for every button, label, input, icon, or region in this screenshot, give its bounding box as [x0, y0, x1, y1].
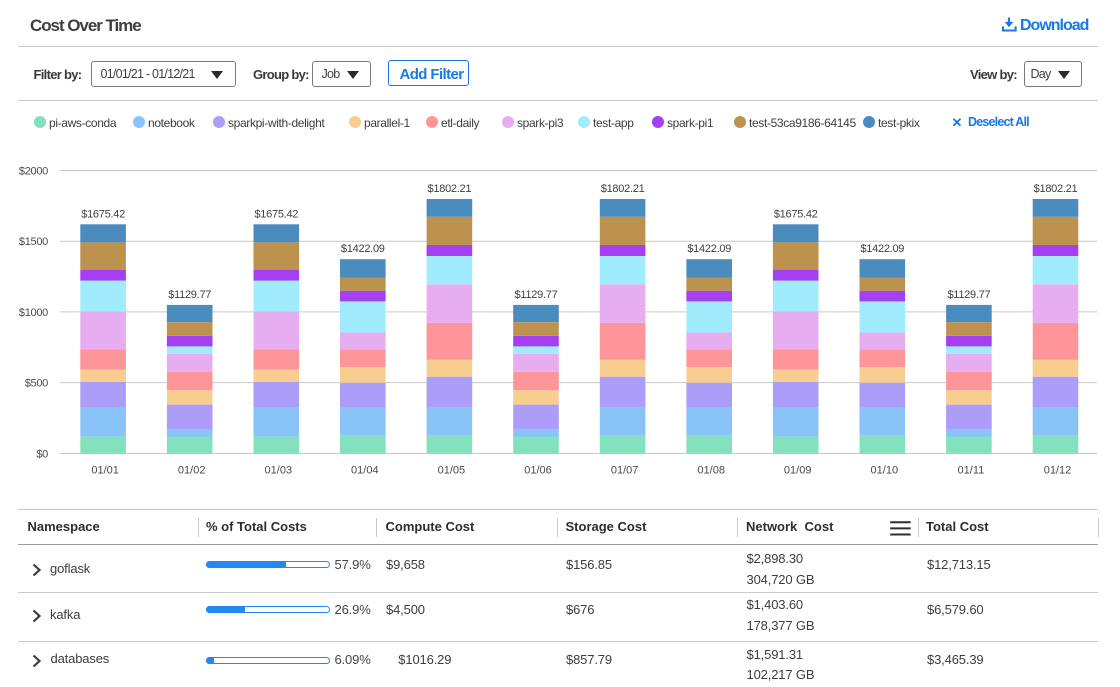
- svg-text:01/03: 01/03: [265, 465, 293, 477]
- svg-text:01/07: 01/07: [611, 465, 639, 477]
- svg-text:01/08: 01/08: [697, 465, 725, 477]
- svg-text:01/12: 01/12: [1044, 465, 1072, 477]
- svg-text:$1675.42: $1675.42: [81, 208, 125, 220]
- svg-text:$1422.09: $1422.09: [860, 243, 904, 255]
- svg-text:$1129.77: $1129.77: [515, 289, 558, 301]
- svg-text:$1802.21: $1802.21: [601, 183, 645, 195]
- svg-text:01/01: 01/01: [91, 465, 119, 477]
- svg-text:$1802.21: $1802.21: [428, 183, 472, 195]
- svg-text:01/05: 01/05: [438, 465, 466, 477]
- svg-text:01/04: 01/04: [351, 465, 379, 477]
- svg-text:$1129.77: $1129.77: [168, 289, 211, 301]
- svg-text:01/11: 01/11: [958, 465, 985, 477]
- svg-text:$1675.42: $1675.42: [254, 208, 298, 220]
- svg-text:$1802.21: $1802.21: [1034, 183, 1078, 195]
- svg-text:$1129.77: $1129.77: [947, 289, 990, 301]
- svg-text:$2000: $2000: [19, 166, 48, 178]
- svg-text:$1422.09: $1422.09: [341, 243, 385, 255]
- svg-text:01/02: 01/02: [178, 465, 206, 477]
- svg-text:$1000: $1000: [19, 307, 48, 319]
- svg-text:$0: $0: [36, 449, 48, 461]
- svg-text:01/06: 01/06: [524, 465, 552, 477]
- svg-text:$500: $500: [25, 378, 48, 390]
- svg-text:01/10: 01/10: [871, 465, 899, 477]
- svg-text:01/09: 01/09: [784, 465, 812, 477]
- svg-text:$1422.09: $1422.09: [687, 243, 731, 255]
- svg-text:$1675.42: $1675.42: [774, 208, 818, 220]
- svg-text:$1500: $1500: [19, 236, 48, 248]
